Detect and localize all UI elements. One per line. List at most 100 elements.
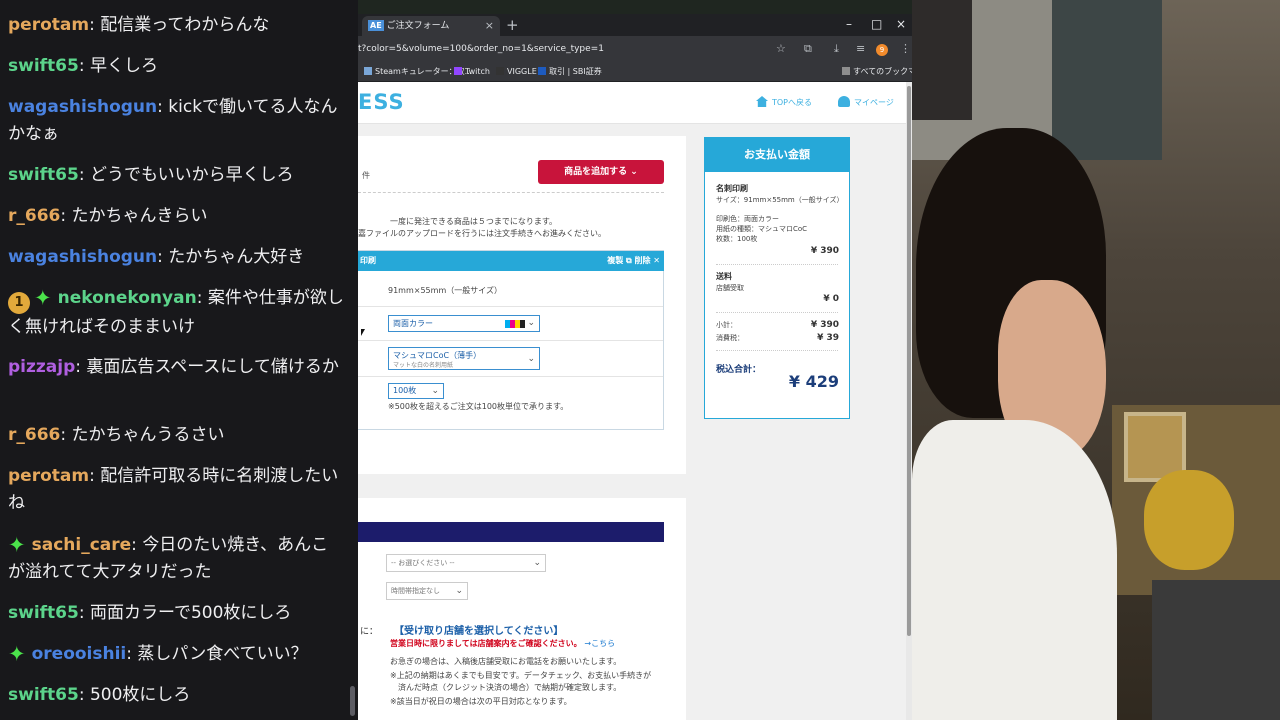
subscriber-badge-icon[interactable]: ✦ xyxy=(34,288,52,309)
shipping-method: 店舗受取 xyxy=(716,284,744,292)
time-select[interactable]: 時間帯指定なし ⌄ xyxy=(386,582,468,600)
webcam-feed xyxy=(912,0,1280,720)
total-label: 税込合計： xyxy=(716,365,762,375)
extensions-icon[interactable]: ⧉ xyxy=(804,41,812,57)
window-frame-shape xyxy=(912,0,972,120)
chat-username[interactable]: sachi_care xyxy=(32,535,132,555)
delete-item-link[interactable]: 削除 xyxy=(635,256,651,265)
chat-username[interactable]: wagashishogun xyxy=(8,97,157,117)
bookmark-item[interactable]: Twitch xyxy=(454,66,490,78)
chat-scrollbar[interactable] xyxy=(350,686,355,716)
folder-icon xyxy=(842,67,850,75)
chat-message: swift65: 両面カラーで500枚にしろ xyxy=(8,600,344,627)
color-select[interactable]: 両面カラー ⌄ xyxy=(388,315,540,332)
chevron-down-icon: ⌄ xyxy=(533,558,541,568)
address-bar[interactable]: t?color=5&volume=100&order_no=1&service_… xyxy=(358,36,912,62)
site-logo[interactable]: ESS xyxy=(358,90,405,114)
chat-username[interactable]: r_666 xyxy=(8,206,60,226)
twitch-icon xyxy=(454,67,462,75)
tab-order-form[interactable]: AE ご注文フォーム × xyxy=(362,16,500,36)
chat-message: wagashishogun: たかちゃん大好き xyxy=(8,244,344,271)
chat-separator: : xyxy=(60,206,72,226)
item-actions: 複製 ⧉ 削除 ✕ xyxy=(607,251,660,271)
tab-title: ご注文フォーム xyxy=(386,21,450,31)
chat-separator: : xyxy=(126,644,138,664)
paper-select[interactable]: マシュマロCoC（薄手） マットな白の名刺用紙 ⌄ xyxy=(388,347,540,370)
mypage-link[interactable]: マイページ xyxy=(838,96,894,109)
steam-icon xyxy=(364,67,372,75)
profile-badge[interactable]: 9 xyxy=(876,44,888,56)
media-icon[interactable]: ≡ xyxy=(856,41,865,57)
chat-username[interactable]: swift65 xyxy=(8,603,79,623)
sbi-icon xyxy=(538,67,546,75)
menu-kebab-icon[interactable]: ⋮ xyxy=(900,41,911,57)
chat-text: 500枚にしろ xyxy=(89,685,191,705)
chevron-down-icon: ⌄ xyxy=(527,318,535,328)
chat-username[interactable]: r_666 xyxy=(8,425,60,445)
chat-message: swift65: 早くしろ xyxy=(8,53,344,80)
top-link[interactable]: TOPへ戻る xyxy=(756,96,812,109)
chat-username[interactable]: perotam xyxy=(8,15,89,35)
summary-item-title: 名刺印刷 xyxy=(716,184,748,193)
chat-username[interactable]: perotam xyxy=(8,466,89,486)
chat-username[interactable]: nekonekonyan xyxy=(58,288,197,308)
copy-item-link[interactable]: 複製 xyxy=(607,256,623,265)
chat-text: たかちゃん大好き xyxy=(168,247,305,267)
item-count-suffix: 件 xyxy=(362,171,370,180)
user-icon xyxy=(838,96,850,107)
chat-panel: perotam: 配信業ってわからんな swift65: 早くしろ wagashis… xyxy=(0,0,358,720)
chat-username[interactable]: swift65 xyxy=(8,165,79,185)
chat-username[interactable]: pizzajp xyxy=(8,357,75,377)
select-store-link[interactable]: 【受け取り店舗を選択してください】 xyxy=(394,622,563,637)
download-icon[interactable]: ⤓ xyxy=(834,41,839,57)
store-info-link[interactable]: →こちら xyxy=(584,639,615,648)
chat-username[interactable]: swift65 xyxy=(8,685,79,705)
chat-message: 1 ✦ nekonekonyan: 案件や仕事が欲しく無ければそのままいけ xyxy=(8,285,344,341)
payment-title: お支払い金額 xyxy=(705,138,849,172)
maximize-icon[interactable]: □ xyxy=(871,16,882,32)
divider xyxy=(716,264,838,265)
tab-bar: AE ご注文フォーム × + – □ × xyxy=(358,14,912,36)
size-row: 91mm×55mm（一般サイズ） xyxy=(358,271,663,307)
bookmark-item[interactable]: 取引 | SBI証券 xyxy=(538,66,602,78)
window-close-icon[interactable]: × xyxy=(896,16,906,32)
web-page: ESS TOPへ戻る マイページ 件 商品を追加する ⌄ 一度に発注できる商品は… xyxy=(358,82,912,720)
summary-paper: 用紙の種類：マシュマロCoC xyxy=(716,225,808,233)
quantity-row: 100枚 ⌄ ※500枚を超えるご注文は100枚単位で承ります。 xyxy=(358,377,663,431)
chat-message: perotam: 配信業ってわからんな xyxy=(8,12,344,39)
subscriber-badge-icon[interactable]: ✦ xyxy=(8,535,26,556)
page-scrollbar[interactable] xyxy=(906,82,912,720)
chat-separator: : xyxy=(75,357,87,377)
chat-username[interactable]: oreooishii xyxy=(32,644,127,664)
gift-badge-icon[interactable]: 1 xyxy=(8,292,30,314)
chat-separator: : xyxy=(78,685,90,705)
quantity-select[interactable]: 100枚 ⌄ xyxy=(388,383,444,399)
browser-window: AE ご注文フォーム × + – □ × t?color=5&volume=100… xyxy=(358,14,912,720)
summary-size: サイズ：91mm×55mm（一般サイズ） xyxy=(716,196,844,204)
close-icon[interactable]: ✕ xyxy=(653,256,660,265)
add-item-button[interactable]: 商品を追加する ⌄ xyxy=(538,160,664,184)
chat-text: たかちゃんきらい xyxy=(71,206,208,226)
chat-username[interactable]: wagashishogun xyxy=(8,247,157,267)
bookmarks-bar: Steamキュレーター：収... Twitch VIGGLE 取引 | SBI証… xyxy=(358,62,912,82)
chat-message: wagashishogun: kickで働いてる人なんかなぁ xyxy=(8,94,344,148)
viggle-icon xyxy=(496,67,504,75)
all-bookmarks[interactable]: すべてのブックマーク xyxy=(842,66,912,78)
quantity-note: ※500枚を超えるご注文は100枚単位で承ります。 xyxy=(388,402,569,411)
url-text[interactable]: t?color=5&volume=100&order_no=1&service_… xyxy=(358,41,604,57)
chat-separator: : xyxy=(157,97,169,117)
subscriber-badge-icon[interactable]: ✦ xyxy=(8,644,26,665)
chat-username[interactable]: swift65 xyxy=(8,56,79,76)
tax-value: ¥ 39 xyxy=(817,333,839,343)
chair-shape xyxy=(1152,580,1280,720)
bookmark-star-icon[interactable]: ☆ xyxy=(776,41,786,57)
date-select[interactable]: -- お選びください -- ⌄ xyxy=(386,554,546,572)
minimize-icon[interactable]: – xyxy=(846,16,852,32)
copy-icon[interactable]: ⧉ xyxy=(626,256,635,265)
new-tab-icon[interactable]: + xyxy=(506,16,519,34)
bookmark-item[interactable]: VIGGLE xyxy=(496,66,537,78)
scrollbar-thumb[interactable] xyxy=(907,86,911,636)
tab-close-icon[interactable]: × xyxy=(485,16,494,36)
chat-separator: : xyxy=(196,288,208,308)
mouse-cursor-icon xyxy=(361,329,365,336)
